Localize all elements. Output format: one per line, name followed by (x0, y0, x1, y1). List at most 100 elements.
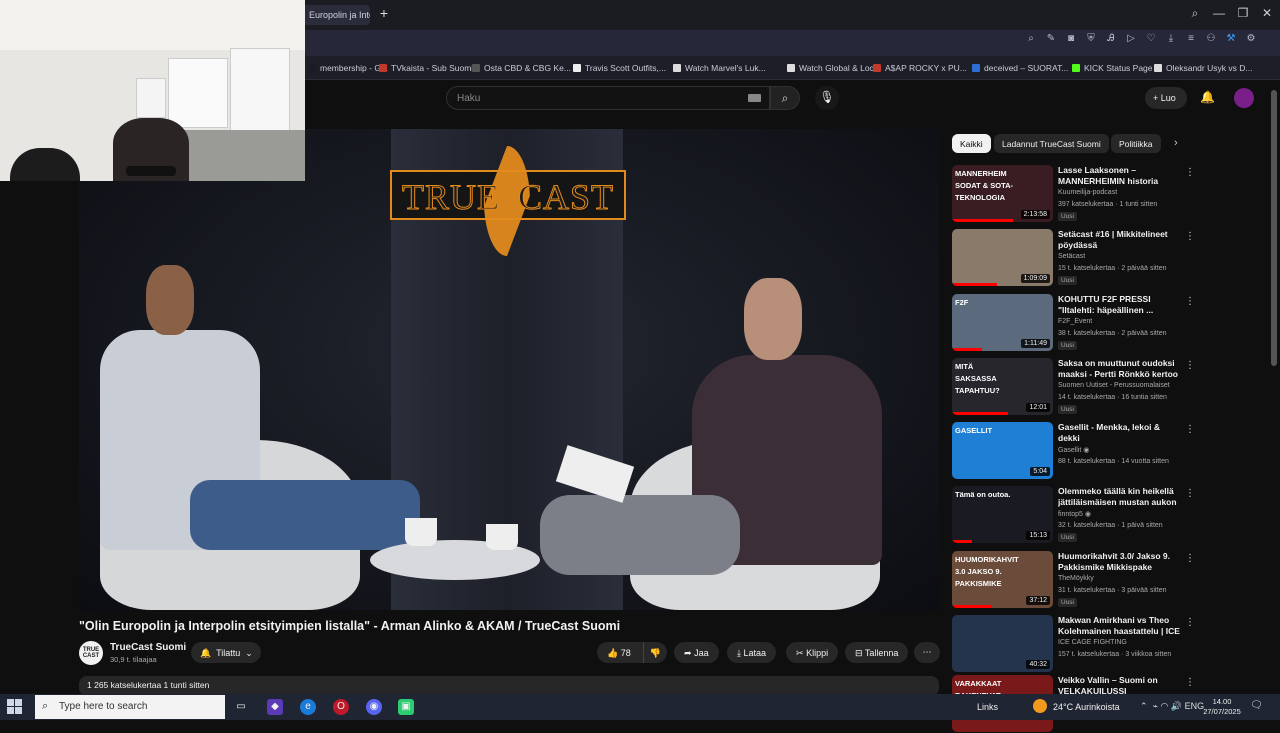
chevron-up-icon[interactable]: ⌃ (1140, 701, 1148, 711)
recommended-channel[interactable]: Gasellit ◉ (1058, 446, 1089, 454)
video-thumbnail[interactable]: 40:32 (952, 615, 1053, 672)
download-icon[interactable]: ⤓ (1166, 33, 1176, 45)
network-icon[interactable]: ⌁ (1153, 701, 1158, 711)
app-icon[interactable]: ◆ (267, 699, 283, 715)
menu-icon[interactable]: ≡ (1186, 33, 1196, 45)
camera-icon[interactable]: ◙ (1066, 33, 1076, 45)
chip-politiikka[interactable]: Politiikka (1111, 134, 1161, 153)
subscribe-button[interactable]: 🔔 Tilattu ⌄ (191, 642, 261, 663)
description-box[interactable]: 1 265 katselukertaa 1 tunti sitten (79, 676, 939, 696)
bookmark-item[interactable]: A$AP ROCKY x PU... (873, 63, 967, 73)
system-tray[interactable]: ⌃ ⌁ ◠ 🔊 ENG (1140, 701, 1204, 712)
chevron-right-icon[interactable]: › (1174, 137, 1178, 149)
save-button[interactable]: ⊟ Tallenna (845, 642, 909, 663)
search-icon[interactable]: ⌕ (1185, 6, 1205, 24)
shield-icon[interactable]: ⛨ (1086, 33, 1096, 45)
edge-icon[interactable]: e (300, 699, 316, 715)
bookmark-item[interactable]: membership - G... (308, 63, 388, 73)
clock[interactable]: 14.00 27/07/2025 (1200, 697, 1244, 717)
translate-icon[interactable]: Ꭿ (1106, 33, 1116, 45)
recommended-video[interactable]: MANNERHEIM SODAT & SOTA-TEKNOLOGIA 2:13:5… (952, 165, 1257, 223)
download-button[interactable]: ⤓ Lataa (727, 642, 777, 663)
recommended-video[interactable]: HUUMORIKAHVIT 3.0 JAKSO 9. PAKKISMIKE 37:… (952, 551, 1257, 609)
app-icon[interactable]: ▣ (398, 699, 414, 715)
more-options-icon[interactable]: ⋮ (1185, 488, 1195, 499)
maximize-button[interactable]: ❐ (1233, 6, 1253, 24)
recommended-video[interactable]: F2F 1:11:49 KOHUTTU F2F PRESSI "Iltalehti:… (952, 294, 1257, 352)
volume-icon[interactable]: 🔊 (1171, 701, 1182, 711)
channel-avatar[interactable]: TRUE CAST (79, 641, 103, 665)
search-button[interactable]: ⌕ (770, 86, 800, 110)
clip-button[interactable]: ✂ Klippi (786, 642, 839, 663)
recommended-title[interactable]: Olemmeko täällä kin heikellä jättiläismä… (1058, 486, 1184, 508)
recommended-title[interactable]: Gasellit - Menkka, lekoi & dekki (1058, 422, 1184, 444)
bookmark-item[interactable]: Oleksandr Usyk vs D... (1154, 63, 1252, 73)
more-options-icon[interactable]: ⋮ (1185, 296, 1195, 307)
share-button[interactable]: ➦ Jaa (674, 642, 719, 663)
weather-widget[interactable]: 24°C Aurinkoista (1033, 699, 1120, 713)
wifi-icon[interactable]: ◠ (1161, 701, 1169, 711)
bookmark-item[interactable]: KICK Status Page (1072, 63, 1153, 73)
avatar[interactable] (1234, 88, 1254, 108)
discord-icon[interactable]: ◉ (366, 699, 382, 715)
more-options-icon[interactable]: ⋮ (1185, 677, 1195, 688)
minimize-button[interactable]: — (1209, 6, 1229, 24)
recommended-video[interactable]: 40:32 Makwan Amirkhani vs Theo Kolehmaine… (952, 615, 1257, 673)
video-thumbnail[interactable]: GASELLIT 5:04 (952, 422, 1053, 479)
video-player[interactable]: TRUE CAST (79, 129, 939, 610)
recommended-video[interactable]: Tämä on outoa. 15:13 Olemmeko täällä kin h… (952, 486, 1257, 544)
recommended-channel[interactable]: finntop5 ◉ (1058, 510, 1091, 518)
more-options-icon[interactable]: ⋮ (1185, 231, 1195, 242)
video-thumbnail[interactable]: MITÄ SAKSASSA TAPAHTUU? 12:01 (952, 358, 1053, 415)
taskbar-search-input[interactable]: Type here to search (35, 695, 225, 719)
recommended-channel[interactable]: F2F_Event (1058, 318, 1092, 325)
recommended-title[interactable]: KOHUTTU F2F PRESSI "Iltalehti: häpeällin… (1058, 294, 1184, 316)
scrollbar[interactable] (1271, 90, 1277, 366)
recommended-title[interactable]: Lasse Laaksonen – MANNERHEIMIN historia (1058, 165, 1184, 187)
recommended-video[interactable]: MITÄ SAKSASSA TAPAHTUU? 12:01 Saksa on muu… (952, 358, 1257, 416)
recommended-channel[interactable]: ICE CAGE FIGHTING (1058, 639, 1127, 646)
create-button[interactable]: + Luo (1145, 87, 1187, 109)
more-options-icon[interactable]: ⋮ (1185, 424, 1195, 435)
recommended-video[interactable]: 1:09:09 Setäcast #16 | Mikkitelineet pöyd… (952, 229, 1257, 287)
heart-icon[interactable]: ♡ (1146, 33, 1156, 45)
notification-icon[interactable]: 🗨 (1250, 700, 1263, 711)
links-toolbar[interactable]: Links (977, 702, 998, 712)
like-button[interactable]: 👍 78 (597, 642, 639, 663)
search-input[interactable]: Haku (446, 86, 770, 110)
bookmark-item[interactable]: Osta CBD & CBG Ke... (472, 63, 571, 73)
video-thumbnail[interactable]: MANNERHEIM SODAT & SOTA-TEKNOLOGIA 2:13:5… (952, 165, 1053, 222)
dislike-button[interactable]: 👎 (643, 642, 667, 663)
new-tab-button[interactable]: + (377, 6, 391, 21)
search-icon[interactable]: ⌕ (1026, 33, 1036, 45)
recommended-channel[interactable]: TheMöykky (1058, 575, 1094, 582)
channel-name[interactable]: TrueCast Suomi (110, 642, 186, 653)
more-actions-button[interactable]: ⋯ (914, 642, 940, 663)
recommended-video[interactable]: GASELLIT 5:04 Gasellit - Menkka, lekoi & d… (952, 422, 1257, 480)
bookmark-item[interactable]: TVkaista - Sub Suomi (379, 63, 473, 73)
recommended-channel[interactable]: Suomen Uutiset - Perussuomalaiset (1058, 382, 1170, 389)
extension-icon[interactable]: ⚒ (1226, 33, 1236, 45)
settings-icon[interactable]: ⚙ (1246, 33, 1256, 45)
profile-icon[interactable]: ⚇ (1206, 33, 1216, 45)
recommended-title[interactable]: Setäcast #16 | Mikkitelineet pöydässä (1058, 229, 1184, 251)
recommended-channel[interactable]: Kuumeilija-podcast (1058, 189, 1117, 196)
more-options-icon[interactable]: ⋮ (1185, 617, 1195, 628)
play-icon[interactable]: ▷ (1126, 33, 1136, 45)
bell-icon[interactable]: 🔔 (1200, 90, 1215, 104)
video-thumbnail[interactable]: F2F 1:11:49 (952, 294, 1053, 351)
video-thumbnail[interactable]: Tämä on outoa. 15:13 (952, 486, 1053, 543)
more-options-icon[interactable]: ⋮ (1185, 360, 1195, 371)
bookmark-item[interactable]: Travis Scott Outfits,... (573, 63, 666, 73)
recommended-title[interactable]: Saksa on muuttunut oudoksi maaksi - Pert… (1058, 358, 1184, 380)
bookmark-item[interactable]: Watch Global & Loc... (787, 63, 881, 73)
more-options-icon[interactable]: ⋮ (1185, 167, 1195, 178)
microphone-icon[interactable]: 🎙 (815, 86, 839, 110)
browser-tab[interactable]: Europolin ja Inte (300, 5, 370, 25)
more-options-icon[interactable]: ⋮ (1185, 553, 1195, 564)
keyboard-icon[interactable] (748, 94, 761, 102)
windows-start-button[interactable] (7, 699, 23, 715)
close-button[interactable]: ✕ (1257, 6, 1277, 24)
video-thumbnail[interactable]: HUUMORIKAHVIT 3.0 JAKSO 9. PAKKISMIKE 37:… (952, 551, 1053, 608)
task-view-icon[interactable]: ▭ (233, 699, 249, 715)
